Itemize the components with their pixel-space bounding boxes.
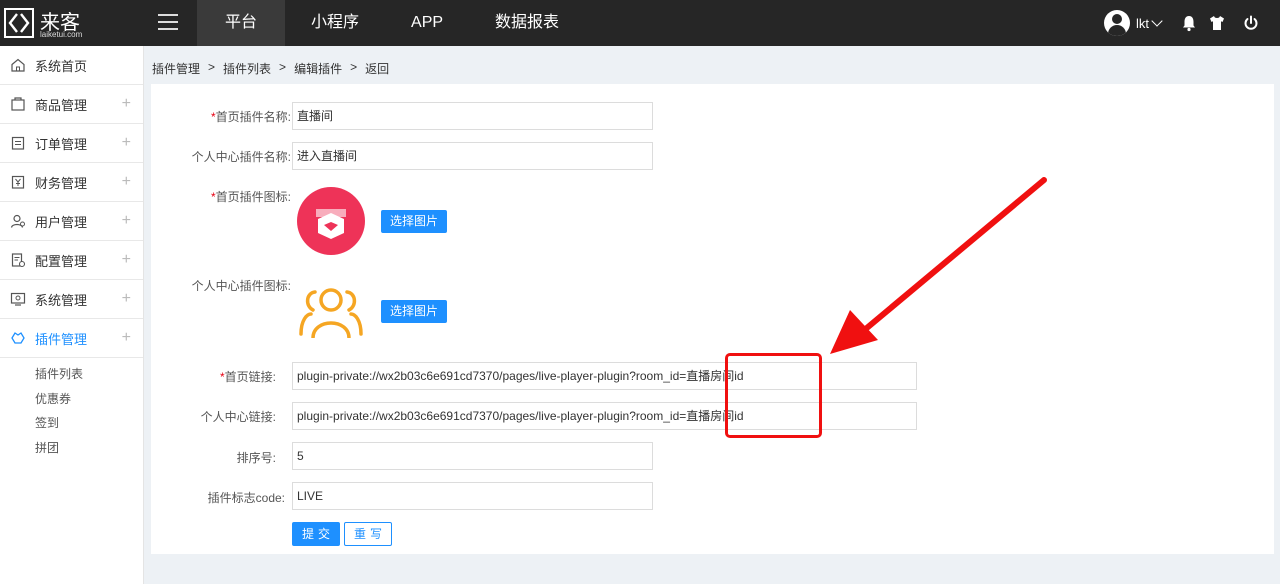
users-icon [297,284,365,340]
avatar-icon [1104,10,1130,36]
expand-icon[interactable]: + [122,329,131,347]
code-label: 插件标志code: [207,491,285,505]
annotation-highlight-box [725,353,822,438]
submenu-item-sign-in[interactable]: 签到 [0,411,143,436]
sidebar-item-finance[interactable]: 财务管理 + [0,163,143,202]
chevron-down-icon [1151,15,1163,27]
breadcrumb-item-plugin-list[interactable]: 插件列表 [223,60,271,77]
sidebar-item-users[interactable]: 用户管理 + [0,202,143,241]
center-link-input[interactable]: plugin-private://wx2b03c6e691cd7370/page… [292,402,917,430]
sidebar-item-system[interactable]: 系统管理 + [0,280,143,319]
sidebar-item-label: 配置管理 [35,253,88,269]
code-input[interactable]: LIVE [292,482,653,510]
power-icon[interactable] [1242,14,1260,32]
plugin-submenu: 插件列表 优惠券 签到 拼团 [0,358,143,460]
breadcrumb-item-back[interactable]: 返回 [365,60,389,77]
username: lkt [1136,15,1149,31]
expand-icon[interactable]: + [122,134,131,152]
settings-doc-icon [11,253,26,268]
sort-label: 排序号: [236,451,276,465]
submenu-item-plugin-list[interactable]: 插件列表 [0,362,143,387]
expand-icon[interactable]: + [122,95,131,113]
top-nav: 平台 小程序 APP 数据报表 [197,0,585,46]
box-icon [11,97,25,111]
sidebar-item-label: 插件管理 [35,331,88,347]
sidebar-item-label: 商品管理 [35,97,88,113]
bell-icon[interactable] [1180,14,1198,32]
sidebar-item-orders[interactable]: 订单管理 + [0,124,143,163]
home-icon-label: *首页插件图标: [210,190,291,204]
home-icon [11,58,25,72]
puzzle-icon [11,332,25,344]
logo[interactable]: 来客 laiketui.com [4,6,104,40]
sidebar-item-label: 用户管理 [35,214,88,230]
home-link-input[interactable]: plugin-private://wx2b03c6e691cd7370/page… [292,362,917,390]
breadcrumb-item-plugin-management[interactable]: 插件管理 [152,60,200,77]
sidebar-item-label: 订单管理 [35,136,88,152]
center-name-input[interactable]: 进入直播间 [292,142,653,170]
shirt-icon[interactable] [1208,14,1226,32]
sidebar-item-label: 系统首页 [35,58,88,74]
submenu-item-coupons[interactable]: 优惠券 [0,387,143,412]
user-menu[interactable]: lkt [1104,10,1163,36]
center-icon-label: 个人中心插件图标: [191,279,291,293]
breadcrumb-separator: > [208,60,216,74]
pick-center-icon-button[interactable]: 选择图片 [381,300,447,323]
sort-input[interactable]: 5 [292,442,653,470]
breadcrumb: 插件管理 > 插件列表 > 编辑插件 > 返回 [152,60,389,77]
expand-icon[interactable]: + [122,290,131,308]
sidebar: 系统首页 商品管理 + 订单管理 + 财务管理 + 用户管理 + 配置管理 + … [0,46,144,584]
logo-domain: laiketui.com [40,30,83,39]
sidebar-item-products[interactable]: 商品管理 + [0,85,143,124]
pick-home-icon-button[interactable]: 选择图片 [381,210,447,233]
center-name-label: 个人中心插件名称: [191,150,291,164]
logo-mark [4,8,34,38]
ledger-icon [11,175,25,189]
monitor-icon [10,292,26,306]
submenu-item-group-buy[interactable]: 拼团 [0,436,143,461]
sidebar-item-plugins[interactable]: 插件管理 + [0,319,143,358]
expand-icon[interactable]: + [122,173,131,191]
edit-plugin-form: *首页插件名称: 直播间 个人中心插件名称: 进入直播间 *首页插件图标: 选择… [151,84,1274,554]
nav-item-reports[interactable]: 数据报表 [469,0,585,46]
nav-item-mini-program[interactable]: 小程序 [285,0,385,46]
expand-icon[interactable]: + [122,212,131,230]
top-bar: 来客 laiketui.com 平台 小程序 APP 数据报表 lkt [0,0,1280,46]
home-name-input[interactable]: 直播间 [292,102,653,130]
breadcrumb-item-edit-plugin[interactable]: 编辑插件 [294,60,342,77]
submit-button[interactable]: 提交 [292,522,340,546]
home-link-label: *首页链接: [219,370,276,384]
sidebar-item-label: 系统管理 [35,292,88,308]
nav-item-app[interactable]: APP [385,0,469,46]
reset-button[interactable]: 重写 [344,522,392,546]
clipboard-icon [11,136,25,150]
gift-box-icon [297,187,365,255]
sidebar-item-home[interactable]: 系统首页 [0,46,143,85]
hamburger-menu-icon[interactable] [158,14,178,32]
breadcrumb-separator: > [350,60,358,74]
nav-item-platform[interactable]: 平台 [197,0,286,46]
breadcrumb-separator: > [279,60,287,74]
home-name-label: *首页插件名称: [210,110,291,124]
user-icon [10,214,25,228]
sidebar-item-label: 财务管理 [35,175,88,191]
center-link-label: 个人中心链接: [200,410,276,424]
expand-icon[interactable]: + [122,251,131,269]
sidebar-item-config[interactable]: 配置管理 + [0,241,143,280]
annotation-arrow-icon [830,177,1047,354]
